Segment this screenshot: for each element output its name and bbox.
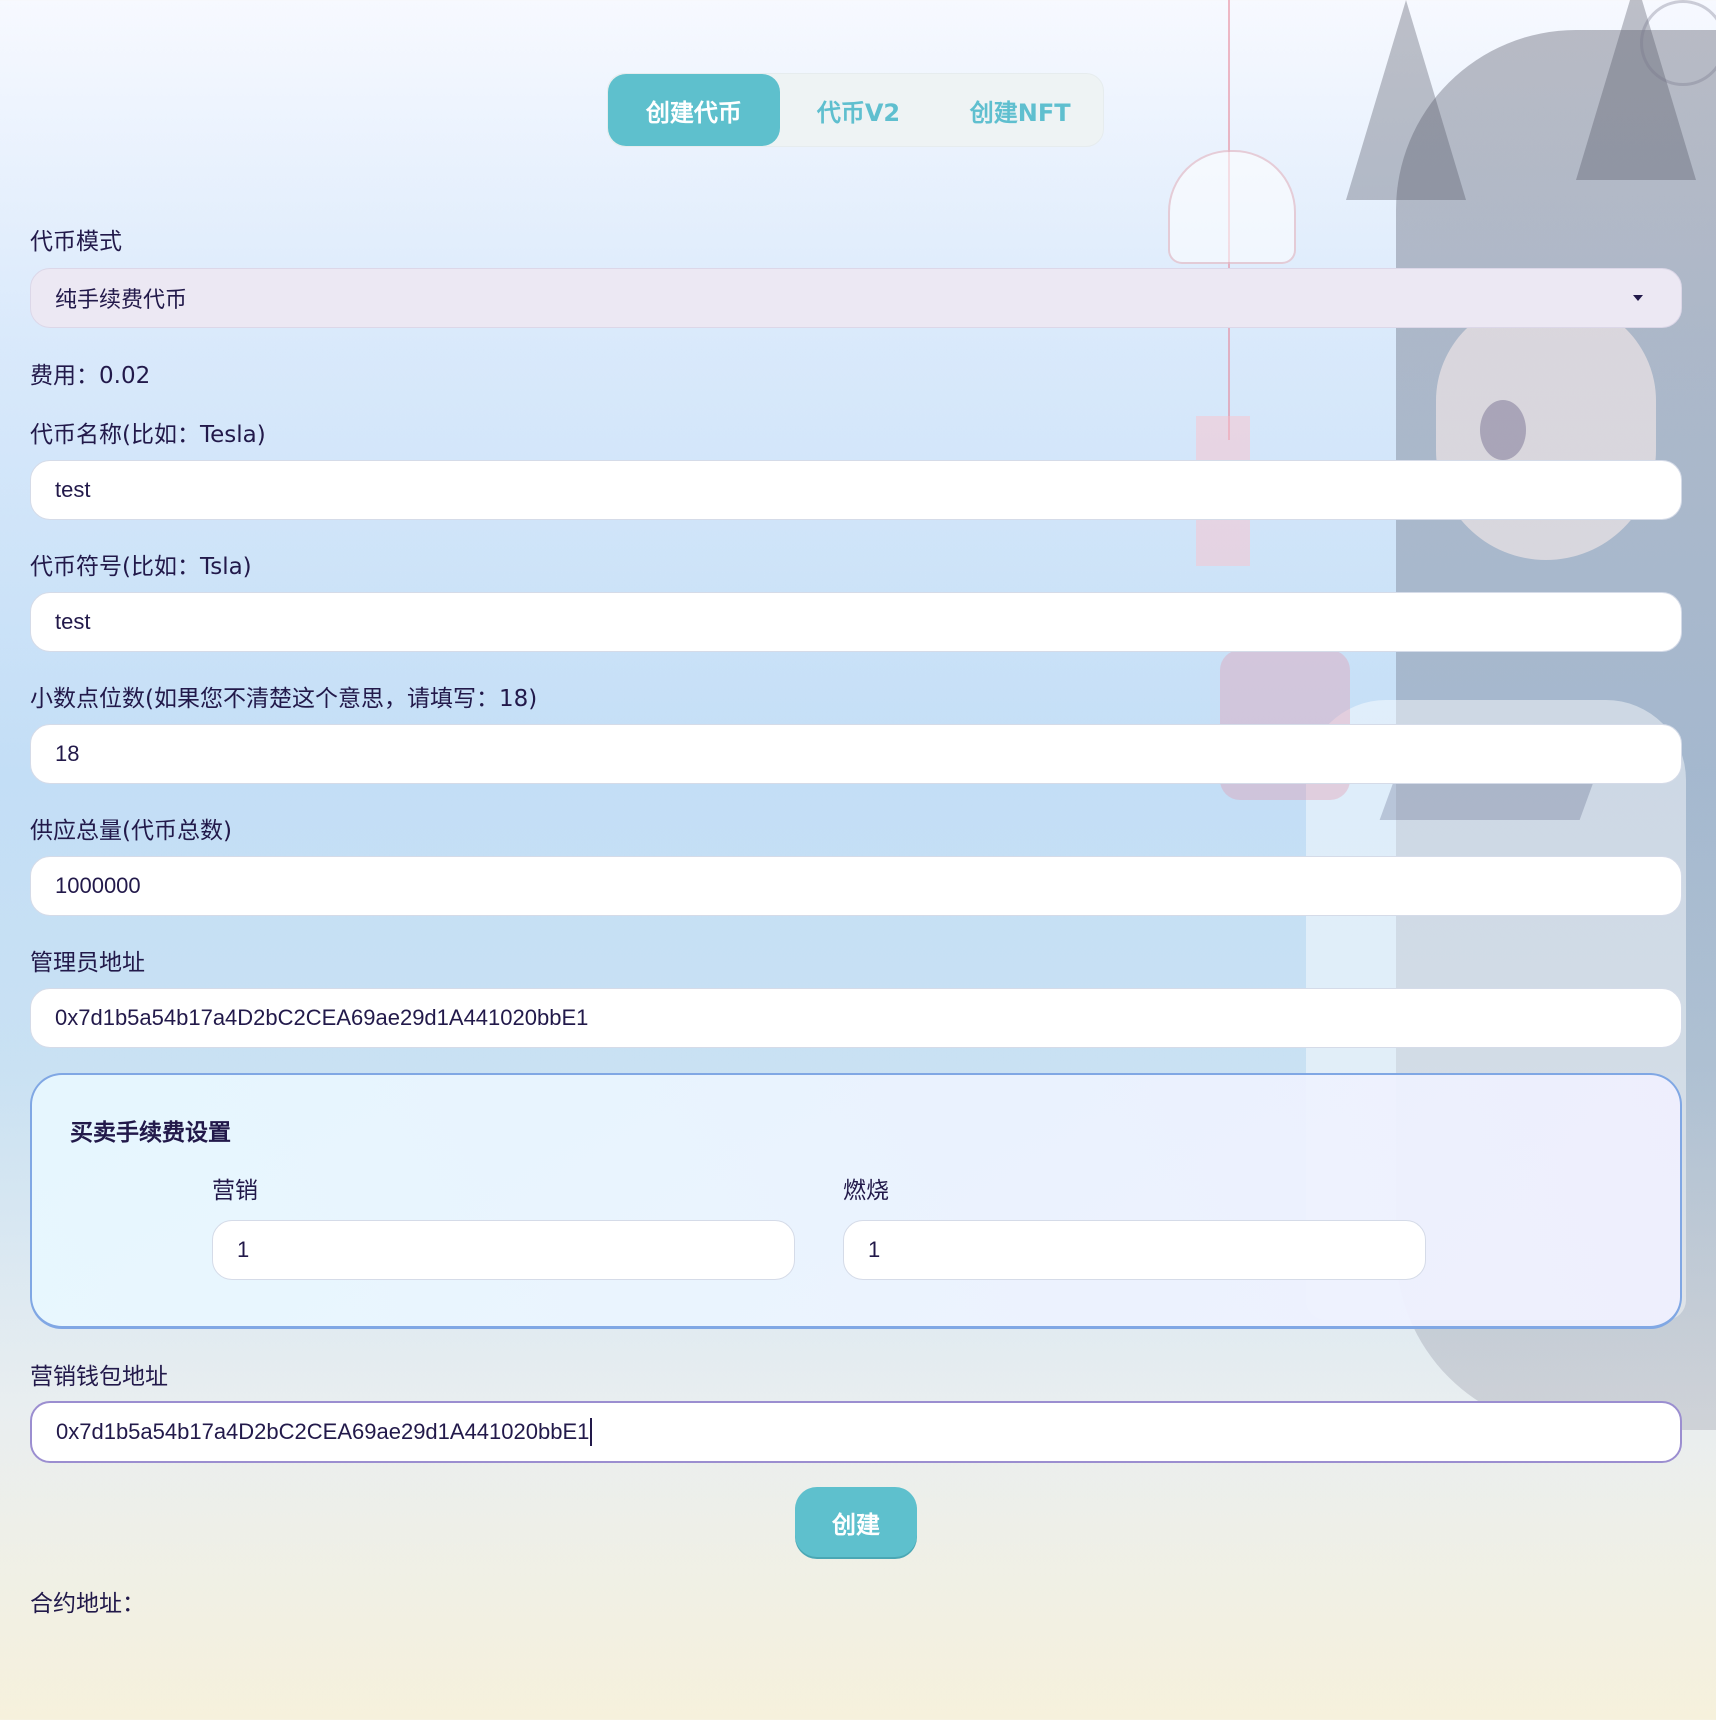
marketing-wallet-input[interactable]: 0x7d1b5a54b17a4D2bC2CEA69ae29d1A441020bb… <box>30 1401 1682 1463</box>
token-name-label: 代币名称(比如：Tesla) <box>30 422 266 448</box>
wind-chime-bell <box>1168 150 1296 264</box>
marketing-fee-label: 营销 <box>212 1178 258 1204</box>
tab-bar: 创建代币 代币V2 创建NFT <box>607 73 1104 147</box>
tab-token-v2[interactable]: 代币V2 <box>780 74 938 146</box>
illustration-ring <box>1640 0 1716 86</box>
illustration-ear <box>1576 0 1696 180</box>
token-name-input[interactable]: test <box>30 460 1682 520</box>
token-symbol-input[interactable]: test <box>30 592 1682 652</box>
text-cursor <box>590 1418 593 1446</box>
tab-create-nft[interactable]: 创建NFT <box>937 74 1103 146</box>
token-mode-label: 代币模式 <box>30 229 122 255</box>
illustration-face <box>1436 300 1656 560</box>
fee-value: 0.02 <box>99 363 151 389</box>
fee-settings-title: 买卖手续费设置 <box>70 1120 231 1146</box>
fee-label: 费用： <box>30 363 99 389</box>
marketing-wallet-label: 营销钱包地址 <box>30 1364 168 1390</box>
contract-address-label: 合约地址： <box>30 1591 145 1617</box>
caret-down-icon <box>1633 295 1643 301</box>
fee-text: 费用：0.02 <box>30 356 150 390</box>
token-mode-value: 纯手续费代币 <box>55 287 188 312</box>
admin-address-input[interactable]: 0x7d1b5a54b17a4D2bC2CEA69ae29d1A441020bb… <box>30 988 1682 1048</box>
total-supply-label: 供应总量(代币总数) <box>30 818 232 844</box>
total-supply-input[interactable]: 1000000 <box>30 856 1682 916</box>
fee-settings-panel: 买卖手续费设置 营销 1 燃烧 1 <box>30 1073 1682 1329</box>
decimals-label: 小数点位数(如果您不清楚这个意思，请填写：18) <box>30 686 538 712</box>
decimals-input[interactable]: 18 <box>30 724 1682 784</box>
marketing-wallet-value: 0x7d1b5a54b17a4D2bC2CEA69ae29d1A441020bb… <box>56 1419 590 1444</box>
burn-fee-input[interactable]: 1 <box>843 1220 1426 1280</box>
marketing-fee-input[interactable]: 1 <box>212 1220 795 1280</box>
create-button[interactable]: 创建 <box>795 1487 917 1557</box>
tab-create-token[interactable]: 创建代币 <box>608 74 780 146</box>
token-mode-select[interactable]: 纯手续费代币 <box>30 268 1682 328</box>
wind-chime-string <box>1228 0 1230 440</box>
token-symbol-label: 代币符号(比如：Tsla) <box>30 554 252 580</box>
illustration-eye <box>1480 400 1526 460</box>
illustration-ear <box>1346 0 1466 200</box>
burn-fee-label: 燃烧 <box>843 1178 889 1204</box>
admin-address-label: 管理员地址 <box>30 950 145 976</box>
